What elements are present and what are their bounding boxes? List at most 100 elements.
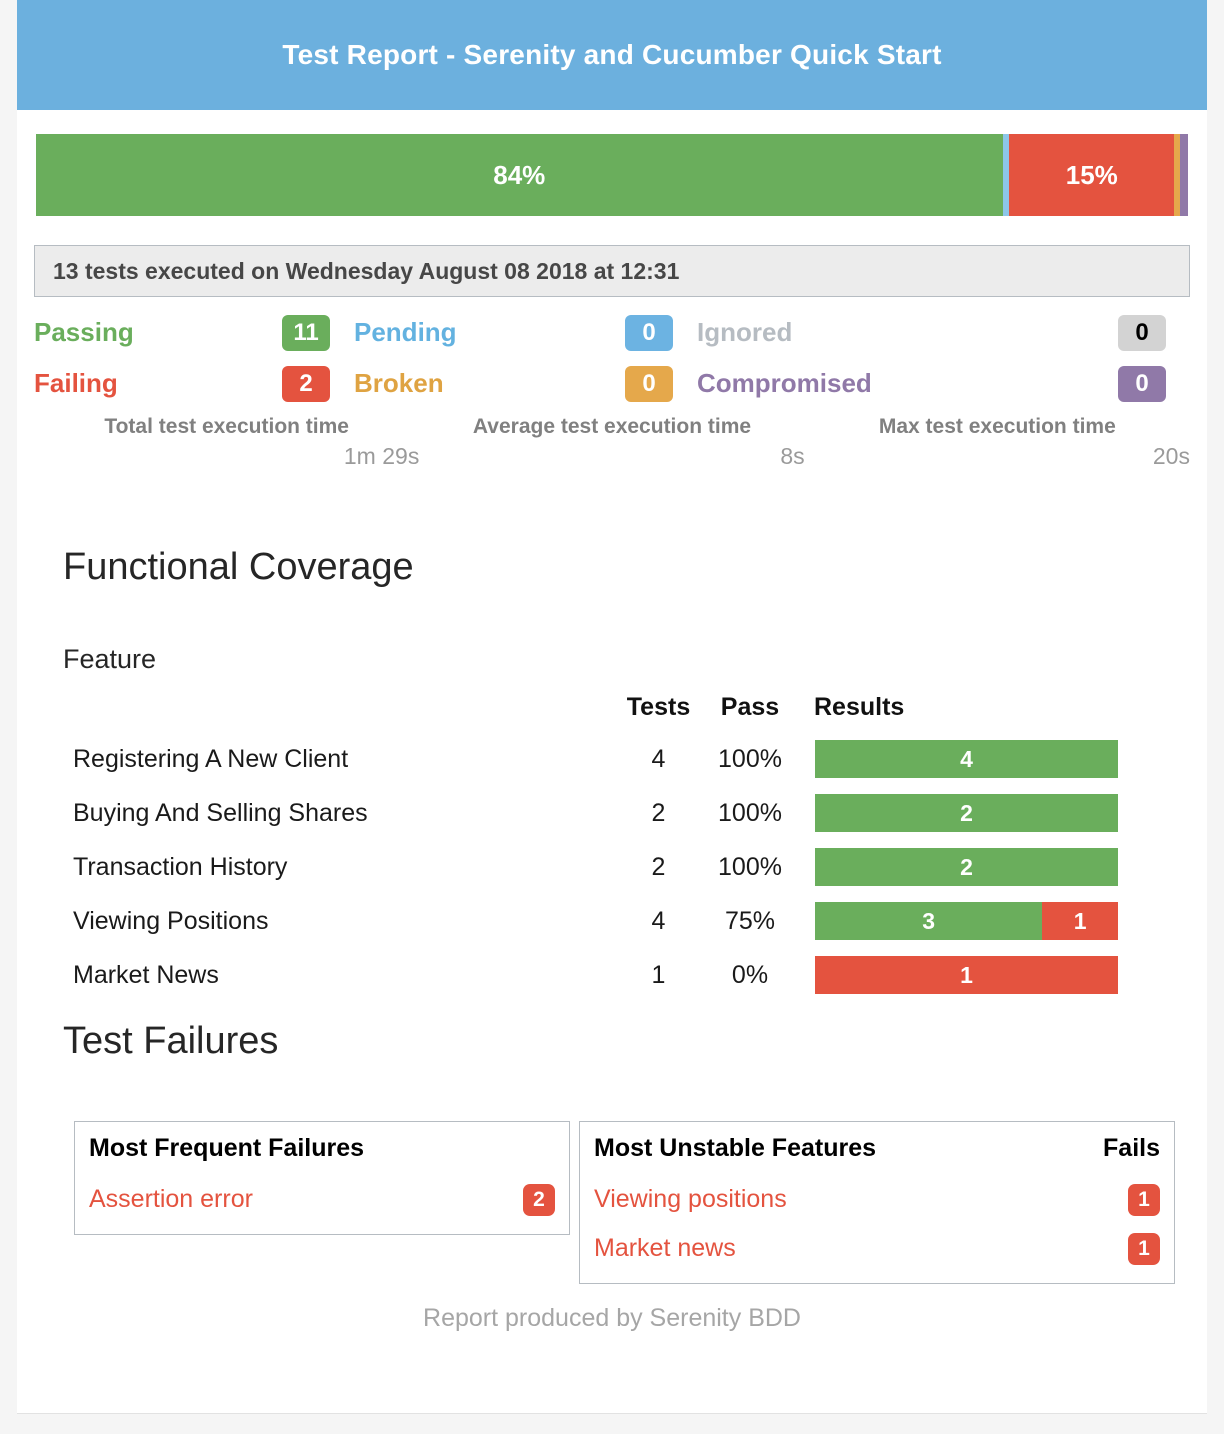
execution-time-column: Max test execution time20s <box>805 415 1190 470</box>
feature-results-cell: 1 <box>800 948 1207 1002</box>
table-row[interactable]: Buying And Selling Shares2100%2 <box>17 786 1207 840</box>
feature-name-cell: Viewing Positions <box>17 894 617 948</box>
result-bar-segment: 3 <box>815 902 1042 940</box>
table-header-row: Tests Pass Results <box>17 693 1207 732</box>
count-cell-failing: Failing 2 <box>34 358 354 409</box>
feature-results-cell: 31 <box>800 894 1207 948</box>
unstable-feature-count-badge: 1 <box>1128 1233 1160 1265</box>
count-cell-pending: Pending 0 <box>354 307 697 358</box>
count-label-failing: Failing <box>34 368 118 399</box>
feature-tests-cell: 2 <box>617 840 700 894</box>
summary-banner-text: 13 tests executed on Wednesday August 08… <box>53 258 679 285</box>
count-cell-broken: Broken 0 <box>354 358 697 409</box>
count-badge-failing: 2 <box>282 366 330 402</box>
frequent-failure-row[interactable]: Assertion error2 <box>89 1175 555 1224</box>
count-label-passing: Passing <box>34 317 134 348</box>
feature-results-cell: 2 <box>800 840 1207 894</box>
table-row[interactable]: Registering A New Client4100%4 <box>17 732 1207 786</box>
most-frequent-failures-panel: Most Frequent Failures Assertion error2 <box>74 1121 570 1235</box>
functional-coverage-table: Tests Pass Results Registering A New Cli… <box>17 693 1207 1002</box>
counts-row-bottom: Failing 2 Broken 0 Compromised 0 <box>34 358 1190 409</box>
frequent-failure-label[interactable]: Assertion error <box>89 1185 253 1214</box>
execution-time-value: 8s <box>419 439 804 470</box>
result-counts: Passing 11 Pending 0 Ignored 0 Failing 2 Broken… <box>34 307 1190 409</box>
result-bar-segment: 4 <box>815 740 1118 778</box>
result-bar-segment: 2 <box>815 848 1118 886</box>
execution-time-value: 1m 29s <box>34 439 419 470</box>
execution-time-value: 20s <box>805 439 1190 470</box>
unstable-feature-count-badge: 1 <box>1128 1184 1160 1216</box>
page-title: Test Report - Serenity and Cucumber Quic… <box>282 39 941 71</box>
result-bar-segment: 1 <box>1042 902 1118 940</box>
most-frequent-failures-title: Most Frequent Failures <box>89 1134 364 1163</box>
feature-result-bar: 31 <box>815 902 1118 940</box>
feature-pass-cell: 100% <box>700 786 800 840</box>
feature-pass-cell: 0% <box>700 948 800 1002</box>
feature-result-bar: 2 <box>815 848 1118 886</box>
functional-coverage-heading: Functional Coverage <box>17 470 1207 589</box>
count-label-compromised: Compromised <box>697 368 872 399</box>
column-header-feature <box>17 693 617 732</box>
table-row[interactable]: Transaction History2100%2 <box>17 840 1207 894</box>
feature-result-bar: 4 <box>815 740 1118 778</box>
count-badge-compromised: 0 <box>1118 366 1166 402</box>
panel-header: Most Frequent Failures <box>89 1130 555 1175</box>
count-badge-ignored: 0 <box>1118 315 1166 351</box>
feature-pass-cell: 100% <box>700 732 800 786</box>
feature-tests-cell: 4 <box>617 732 700 786</box>
feature-result-bar: 1 <box>815 956 1118 994</box>
progress-segment-pending <box>1003 134 1010 216</box>
column-header-fails: Fails <box>1103 1134 1160 1163</box>
feature-results-cell: 2 <box>800 786 1207 840</box>
count-badge-passing: 11 <box>282 315 330 351</box>
report-footer: Report produced by Serenity BDD <box>17 1284 1207 1333</box>
feature-tests-cell: 2 <box>617 786 700 840</box>
unstable-feature-label[interactable]: Market news <box>594 1234 736 1263</box>
feature-result-bar: 2 <box>815 794 1118 832</box>
overall-progress-bar: 84%15% <box>36 134 1188 216</box>
most-unstable-features-panel: Most Unstable Features Fails Viewing pos… <box>579 1121 1175 1284</box>
count-label-pending: Pending <box>354 317 457 348</box>
count-cell-passing: Passing 11 <box>34 307 354 358</box>
test-summary-banner: 13 tests executed on Wednesday August 08… <box>34 245 1190 297</box>
result-bar-segment: 1 <box>815 956 1118 994</box>
progress-segment-compromised <box>1180 134 1188 216</box>
column-header-pass: Pass <box>700 693 800 732</box>
report-header: Test Report - Serenity and Cucumber Quic… <box>17 0 1207 110</box>
column-header-results: Results <box>800 693 1207 732</box>
feature-tests-cell: 1 <box>617 948 700 1002</box>
unstable-feature-label[interactable]: Viewing positions <box>594 1185 787 1214</box>
count-label-ignored: Ignored <box>697 317 792 348</box>
footer-text: Report produced by Serenity BDD <box>423 1304 801 1332</box>
counts-row-top: Passing 11 Pending 0 Ignored 0 <box>34 307 1190 358</box>
count-badge-broken: 0 <box>625 366 673 402</box>
feature-name-cell: Buying And Selling Shares <box>17 786 617 840</box>
count-cell-ignored: Ignored 0 <box>697 307 1190 358</box>
report-page: Test Report - Serenity and Cucumber Quic… <box>17 0 1207 1414</box>
feature-subheading: Feature <box>17 589 1207 675</box>
result-bar-segment: 2 <box>815 794 1118 832</box>
unstable-feature-row[interactable]: Viewing positions 1 <box>594 1175 1160 1224</box>
table-row[interactable]: Market News10%1 <box>17 948 1207 1002</box>
unstable-feature-row[interactable]: Market news 1 <box>594 1224 1160 1273</box>
execution-time-column: Average test execution time8s <box>419 415 804 470</box>
execution-time-label: Max test execution time <box>805 415 1190 439</box>
progress-segment-passing: 84% <box>36 134 1003 216</box>
test-failures-heading: Test Failures <box>17 1002 1207 1063</box>
table-row[interactable]: Viewing Positions475%31 <box>17 894 1207 948</box>
feature-pass-cell: 75% <box>700 894 800 948</box>
count-label-broken: Broken <box>354 368 444 399</box>
count-cell-compromised: Compromised 0 <box>697 358 1190 409</box>
feature-name-cell: Transaction History <box>17 840 617 894</box>
feature-name-cell: Market News <box>17 948 617 1002</box>
feature-results-cell: 4 <box>800 732 1207 786</box>
execution-times: Total test execution time1m 29sAverage t… <box>34 415 1190 470</box>
panel-header: Most Unstable Features Fails <box>594 1130 1160 1175</box>
column-header-tests: Tests <box>617 693 700 732</box>
most-unstable-features-title: Most Unstable Features <box>594 1134 876 1163</box>
failure-panels: Most Frequent Failures Assertion error2 … <box>74 1121 1207 1284</box>
count-badge-pending: 0 <box>625 315 673 351</box>
progress-segment-failing: 15% <box>1009 134 1174 216</box>
execution-time-label: Average test execution time <box>419 415 804 439</box>
feature-name-cell: Registering A New Client <box>17 732 617 786</box>
